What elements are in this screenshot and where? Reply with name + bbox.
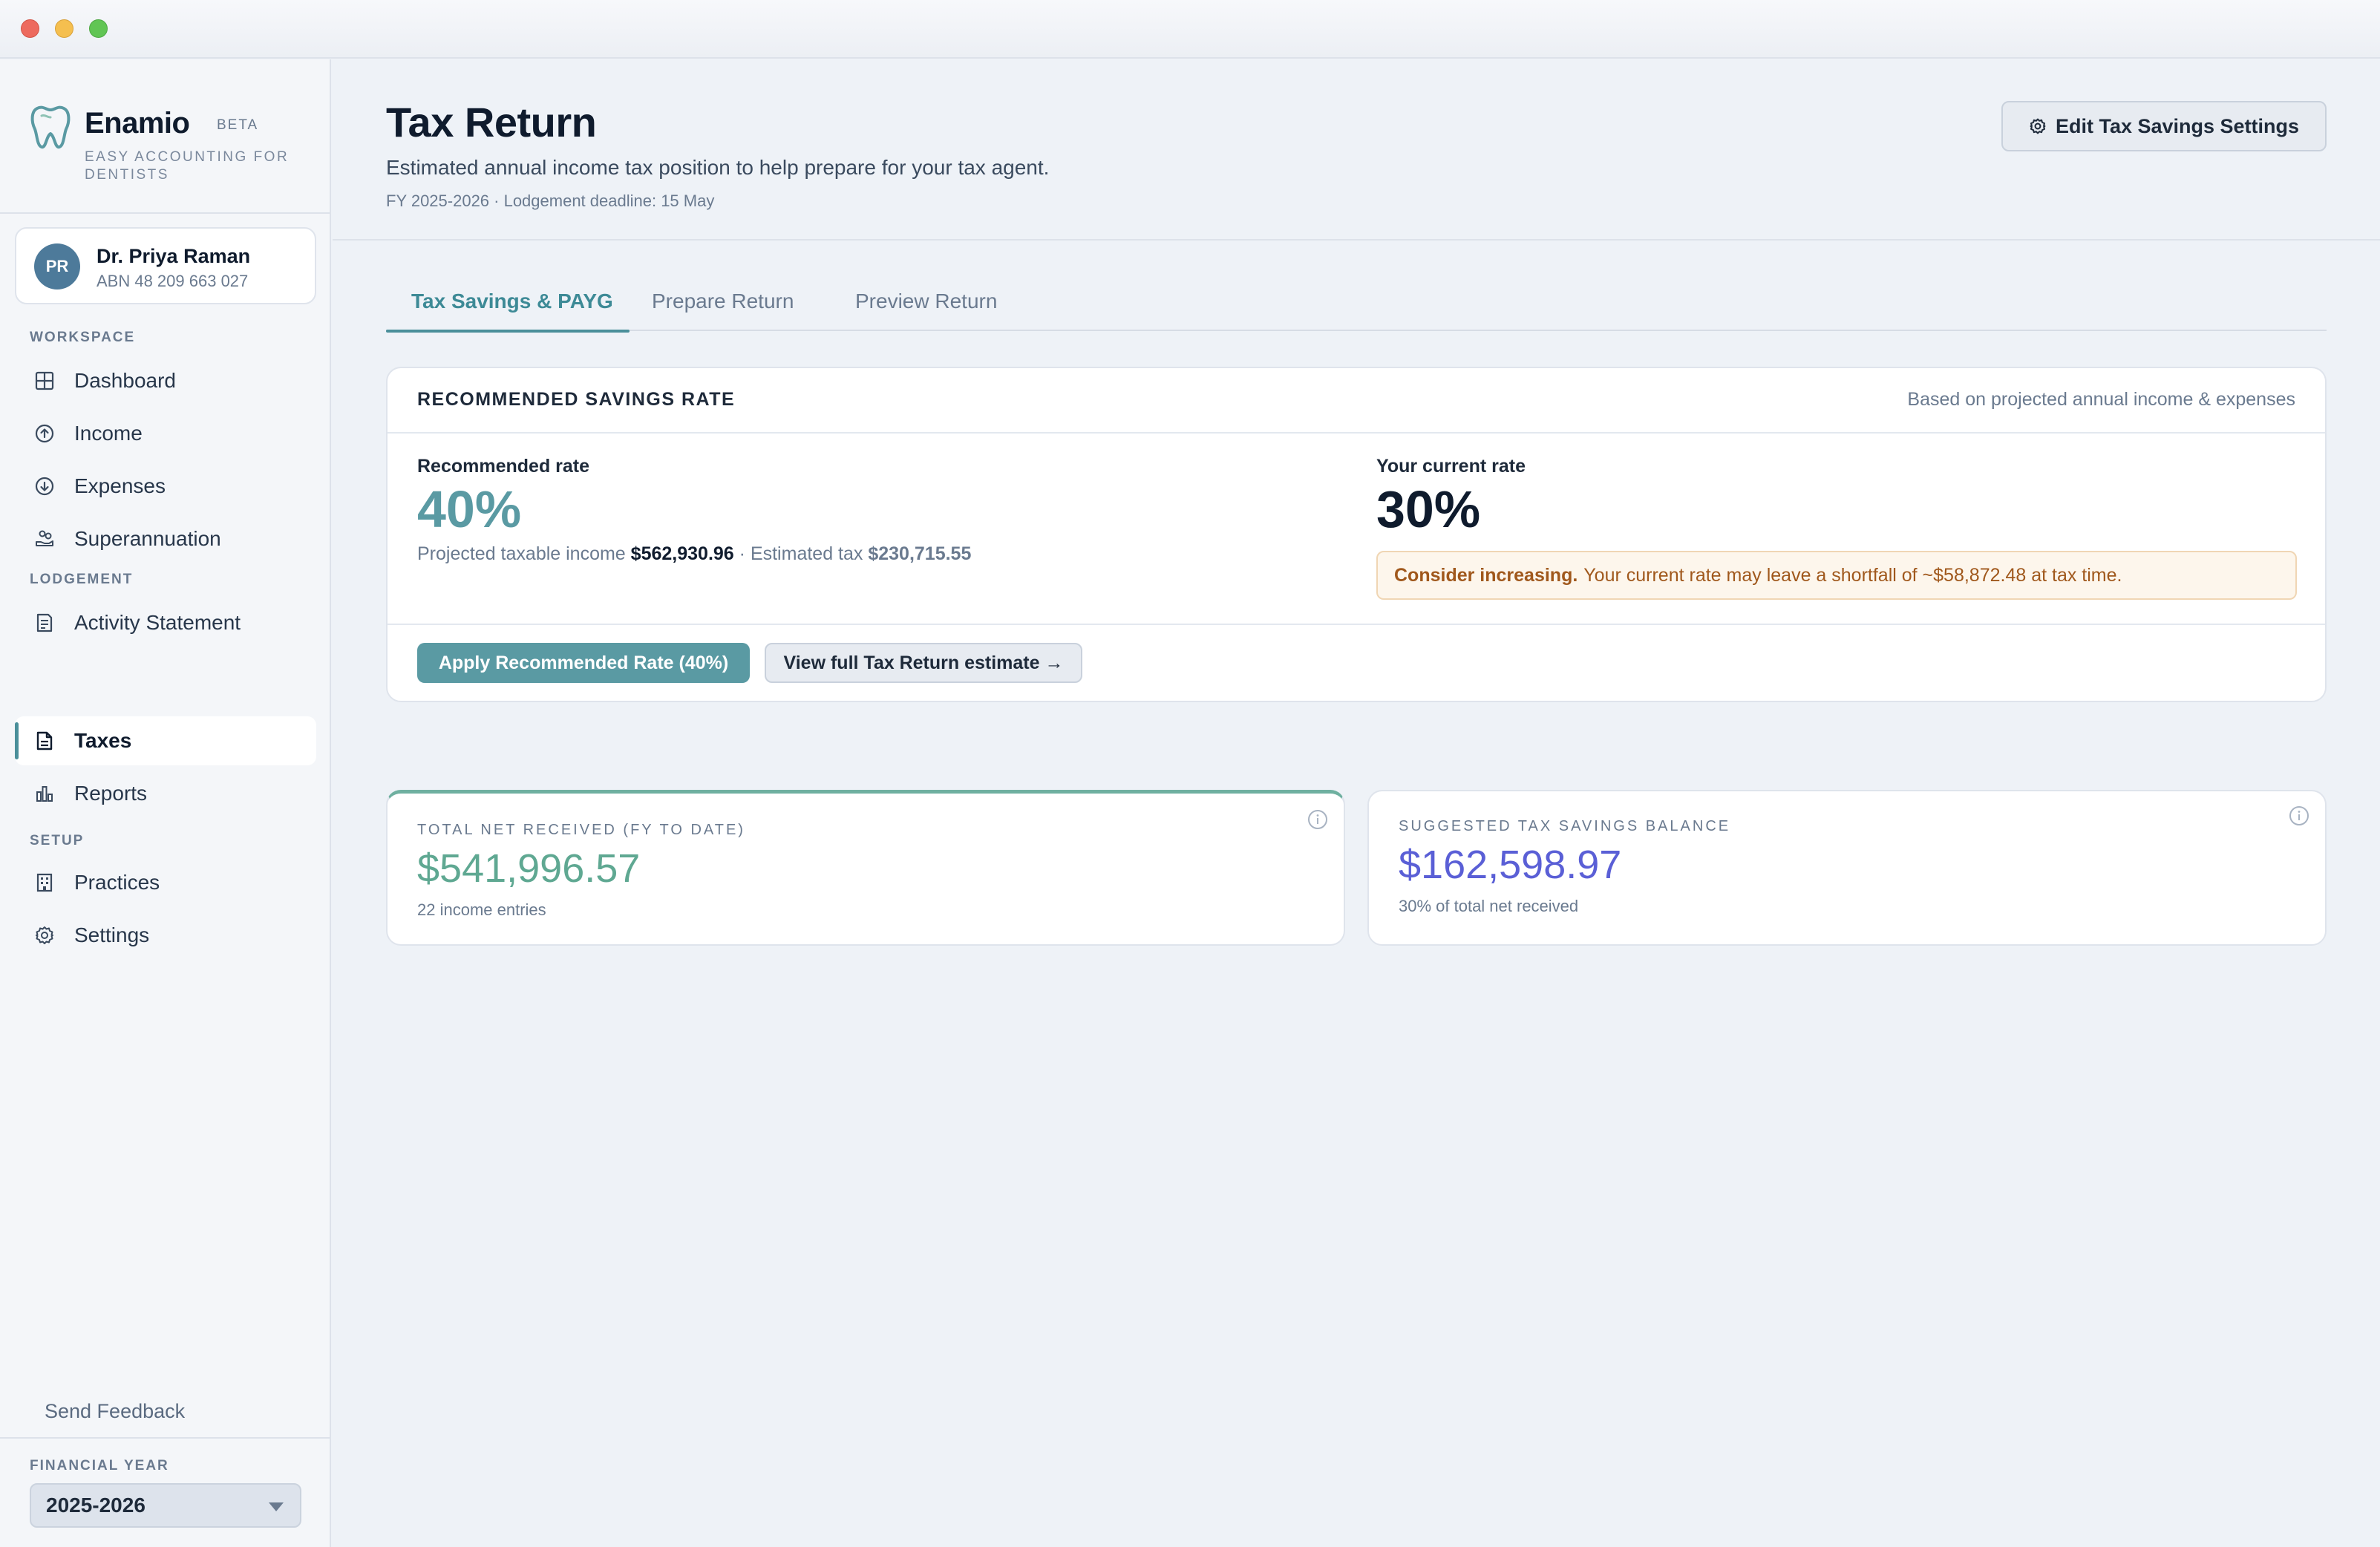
edit-tax-savings-settings-button[interactable]: Edit Tax Savings Settings (2001, 101, 2327, 151)
sidebar-item-settings[interactable]: Settings (15, 911, 316, 960)
tab-prepare-return[interactable]: Prepare Return (652, 284, 794, 331)
nav-section-setup: SETUP (30, 833, 85, 848)
user-name: Dr. Priya Raman (97, 245, 251, 267)
sidebar-item-expenses[interactable]: Expenses (15, 462, 316, 511)
arrow-down-circle-icon (35, 477, 54, 496)
tab-preview-return[interactable]: Preview Return (855, 284, 997, 331)
main-content: Tax Return Estimated annual income tax p… (333, 59, 2380, 1547)
arrow-up-circle-icon (35, 424, 54, 443)
recommended-savings-card: RECOMMENDED SAVINGS RATE Based on projec… (386, 367, 2327, 702)
current-rate-value: 30% (1376, 480, 1481, 538)
sidebar-item-practices[interactable]: Practices (15, 858, 316, 907)
sidebar-item-label: Taxes (74, 729, 132, 752)
sidebar-item-superannuation[interactable]: Superannuation (15, 514, 316, 563)
sidebar-item-taxes[interactable]: Taxes (15, 716, 316, 765)
gear-icon (36, 926, 53, 944)
sidebar-divider (0, 212, 330, 214)
sidebar-item-label: Income (74, 422, 143, 445)
building-icon (36, 873, 53, 892)
header-divider (333, 239, 2380, 241)
zoom-window-button[interactable] (89, 19, 108, 38)
document-icon (36, 731, 53, 750)
brand-tagline: EASY ACCOUNTING FOR DENTISTS (85, 149, 290, 183)
nav-section-lodgement: LODGEMENT (30, 572, 134, 587)
sidebar-item-dashboard[interactable]: Dashboard (15, 356, 316, 405)
card-header: RECOMMENDED SAVINGS RATE Based on projec… (388, 368, 2325, 434)
tab-label: Preview Return (855, 290, 998, 313)
stat-label: SUGGESTED TAX SAVINGS BALANCE (1399, 818, 1731, 834)
detail-separator: · (739, 543, 745, 564)
card-title: RECOMMENDED SAVINGS RATE (417, 389, 736, 410)
close-window-button[interactable] (21, 19, 39, 38)
page-title: Tax Return (386, 99, 597, 145)
avatar: PR (34, 243, 80, 290)
sidebar-item-label: Reports (74, 782, 148, 805)
suggested-tax-savings-card: SUGGESTED TAX SAVINGS BALANCE $162,598.9… (1367, 790, 2327, 946)
sidebar-item-label: Expenses (74, 474, 166, 497)
sidebar-item-label: Superannuation (74, 527, 221, 550)
sidebar-item-label: Settings (74, 923, 150, 946)
brand-name: Enamio (85, 107, 190, 140)
info-icon[interactable] (2288, 805, 2310, 827)
edit-button-label: Edit Tax Savings Settings (2055, 114, 2300, 137)
financial-year-value: 2025-2026 (46, 1494, 146, 1517)
sidebar-item-reports[interactable]: Reports (15, 769, 316, 818)
sidebar-item-label: Dashboard (74, 369, 176, 392)
tab-bar: Tax Savings & PAYG Prepare Return Previe… (386, 284, 2327, 333)
current-rate-label: Your current rate (1376, 456, 1526, 477)
projected-income-value: $562,930.96 (630, 543, 734, 564)
info-icon[interactable] (1307, 808, 1329, 831)
stat-value: $162,598.97 (1399, 843, 1622, 887)
hand-coins-icon (36, 530, 53, 546)
window-titlebar (0, 0, 2380, 59)
recommended-rate-label: Recommended rate (417, 456, 590, 477)
user-card[interactable]: PR Dr. Priya Raman ABN 48 209 663 027 (15, 227, 316, 304)
nav-section-workspace: WORKSPACE (30, 330, 136, 345)
minimize-window-button[interactable] (55, 19, 73, 38)
financial-year-label: FINANCIAL YEAR (30, 1458, 169, 1474)
recommended-rate-value: 40% (417, 480, 522, 538)
stat-label: TOTAL NET RECEIVED (FY TO DATE) (417, 822, 745, 838)
estimated-tax-label: Estimated tax (750, 543, 863, 564)
stat-sub: 22 income entries (417, 900, 546, 919)
card-footer-divider (388, 624, 2325, 625)
gear-icon (2030, 118, 2046, 134)
beta-badge: BETA (217, 117, 259, 133)
page-meta: FY 2025-2026 · Lodgement deadline: 15 Ma… (386, 192, 715, 210)
sidebar-footer-divider (0, 1437, 330, 1439)
financial-year-select[interactable]: 2025-2026 (30, 1483, 301, 1528)
sidebar-item-label: Activity Statement (74, 611, 241, 634)
tooth-logo-icon (30, 105, 71, 149)
tab-label: Prepare Return (652, 290, 794, 313)
projected-income-label: Projected taxable income (417, 543, 626, 564)
sidebar: Enamio BETA EASY ACCOUNTING FOR DENTISTS… (0, 59, 331, 1547)
document-list-icon (36, 613, 53, 632)
send-feedback-link[interactable]: Send Feedback (45, 1400, 185, 1423)
shortfall-warning: Consider increasing. Your current rate m… (1376, 551, 2297, 600)
total-net-received-card: TOTAL NET RECEIVED (FY TO DATE) $541,996… (386, 790, 1345, 946)
page-subtitle: Estimated annual income tax position to … (386, 156, 1050, 179)
chevron-down-icon (269, 1502, 284, 1511)
grid-icon (35, 371, 54, 390)
sidebar-item-income[interactable]: Income (15, 409, 316, 458)
warning-text: Your current rate may leave a shortfall … (1583, 564, 2122, 586)
sidebar-item-label: Practices (74, 871, 160, 894)
stat-sub: 30% of total net received (1399, 897, 1579, 915)
sidebar-item-activity-statement[interactable]: Activity Statement (15, 598, 316, 647)
user-abn: ABN 48 209 663 027 (97, 272, 249, 290)
apply-recommended-rate-button[interactable]: Apply Recommended Rate (40%) (417, 643, 750, 683)
warning-strong: Consider increasing. (1394, 564, 1578, 586)
bar-chart-icon (36, 786, 53, 802)
stat-value: $541,996.57 (417, 846, 641, 891)
card-note: Based on projected annual income & expen… (1907, 389, 2295, 410)
estimated-tax-value: $230,715.55 (868, 543, 972, 564)
tab-label: Tax Savings & PAYG (411, 290, 613, 313)
tab-tax-savings-payg[interactable]: Tax Savings & PAYG (386, 284, 630, 333)
view-tax-return-estimate-button[interactable]: View full Tax Return estimate → (765, 643, 1082, 683)
projection-detail: Projected taxable income $562,930.96 · E… (417, 543, 971, 565)
